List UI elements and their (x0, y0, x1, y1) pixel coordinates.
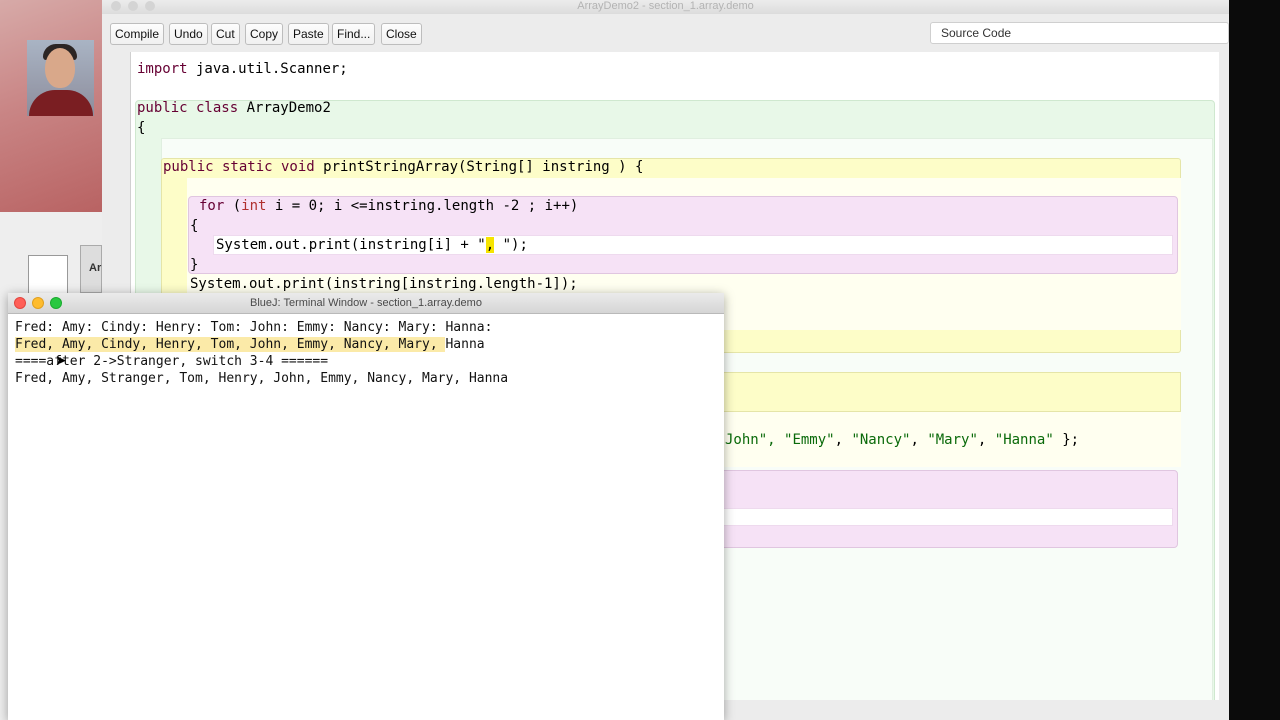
minimize-window-icon[interactable] (128, 1, 138, 11)
right-background (1229, 0, 1280, 720)
code-line: { (190, 218, 199, 234)
output-line: Fred, Amy, Stranger, Tom, Henry, John, E… (15, 371, 509, 386)
code-line: System.out.print(instring[instring.lengt… (190, 276, 578, 292)
find-button[interactable]: Find... (332, 23, 376, 45)
terminal-title: BlueJ: Terminal Window - section_1.array… (250, 297, 482, 309)
paste-button[interactable]: Paste (288, 23, 329, 45)
code-line: { (137, 120, 146, 136)
editor-titlebar: ArrayDemo2 - section_1.array.demo (102, 0, 1229, 14)
terminal-output[interactable]: Fred: Amy: Cindy: Henry: Tom: John: Emmy… (15, 319, 508, 387)
close-window-icon[interactable] (14, 297, 26, 309)
close-button[interactable]: Close (381, 23, 422, 45)
close-window-icon[interactable] (111, 1, 121, 11)
output-line: Fred: Amy: Cindy: Henry: Tom: John: Emmy… (15, 320, 493, 335)
cut-button[interactable]: Cut (211, 23, 240, 45)
output-line: Fred, Amy, Cindy, Henry, Tom, John, Emmy… (15, 337, 485, 352)
minimize-window-icon[interactable] (32, 297, 44, 309)
code-line: public class ArrayDemo2 (137, 100, 331, 116)
code-line: } (190, 257, 199, 273)
zoom-window-icon[interactable] (50, 297, 62, 309)
undo-button[interactable]: Undo (169, 23, 208, 45)
code-line: System.out.print(instring[i] + ", "); (216, 237, 528, 253)
search-match-highlight: , (485, 237, 495, 253)
selected-text: Fred, Amy, Cindy, Henry, Tom, John, Emmy… (15, 337, 446, 352)
terminal-titlebar: BlueJ: Terminal Window - section_1.array… (8, 293, 724, 314)
code-line: import java.util.Scanner; (137, 61, 348, 77)
document-thumbnail-label[interactable]: Ar (80, 245, 102, 293)
editor-title: ArrayDemo2 - section_1.array.demo (577, 0, 754, 12)
terminal-window: BlueJ: Terminal Window - section_1.array… (8, 293, 724, 720)
webcam-overlay (27, 40, 94, 116)
compile-button[interactable]: Compile (110, 23, 165, 45)
code-line: public static void printStringArray(Stri… (163, 159, 644, 175)
editor-toolbar: Compile Undo Cut Copy Paste Find... Clos… (102, 14, 1229, 52)
mouse-cursor-icon: ➤ (55, 352, 67, 368)
view-select[interactable]: Source Code (930, 22, 1229, 44)
code-line: John", "Emmy", "Nancy", "Mary", "Hanna" … (725, 432, 1080, 448)
code-line: for (int i = 0; i <=instring.length -2 ;… (199, 198, 579, 214)
copy-button[interactable]: Copy (245, 23, 284, 45)
output-line: ====after 2->Stranger, switch 3-4 ====== (15, 354, 329, 369)
zoom-window-icon[interactable] (145, 1, 155, 11)
